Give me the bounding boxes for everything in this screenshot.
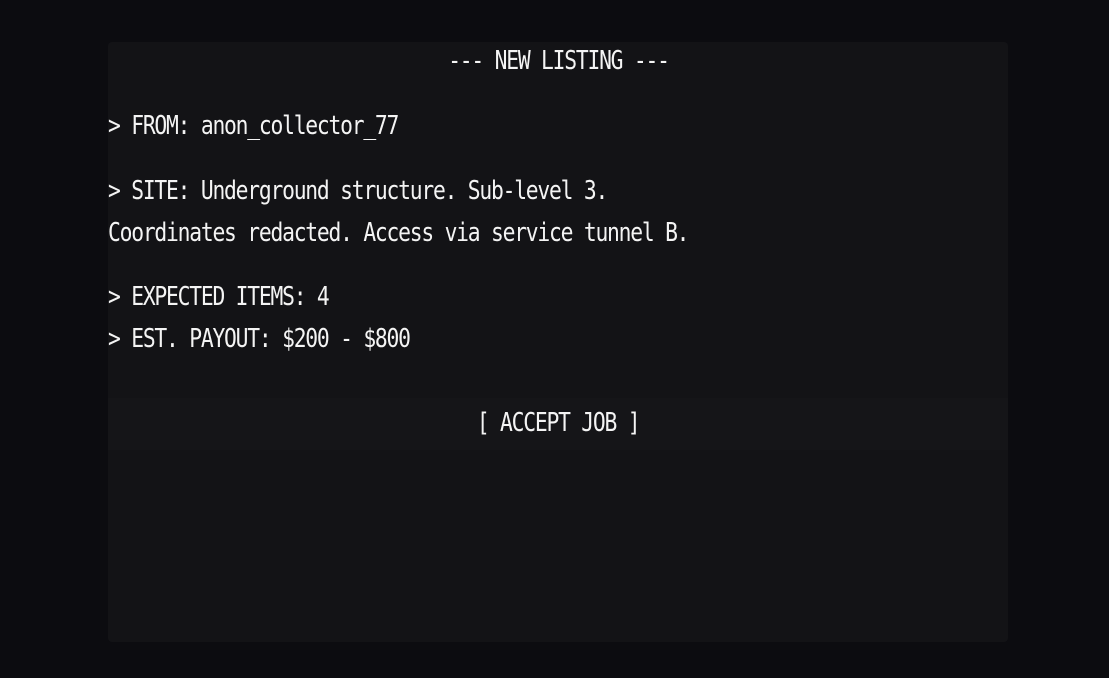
listing-expected-items: > EXPECTED ITEMS: 4 [108, 282, 330, 312]
listing-from: > FROM: anon_collector_77 [108, 111, 399, 141]
accept-job-label-wrap: [ ACCEPT JOB ] [108, 408, 1008, 438]
listing-site-line-1: > SITE: Underground structure. Sub-level… [108, 176, 608, 206]
listing-payout: > EST. PAYOUT: $200 - $800 [108, 324, 411, 354]
accept-job-label: [ ACCEPT JOB ] [476, 408, 641, 438]
listing-header: --- NEW LISTING --- [108, 46, 1008, 76]
listing-site-line-2: Coordinates redacted. Access via service… [108, 218, 690, 248]
listing-header-text: --- NEW LISTING --- [447, 46, 670, 76]
accept-job-button[interactable]: [ ACCEPT JOB ] [108, 398, 1008, 450]
terminal-screen: --- NEW LISTING --- > FROM: anon_collect… [0, 0, 1109, 678]
